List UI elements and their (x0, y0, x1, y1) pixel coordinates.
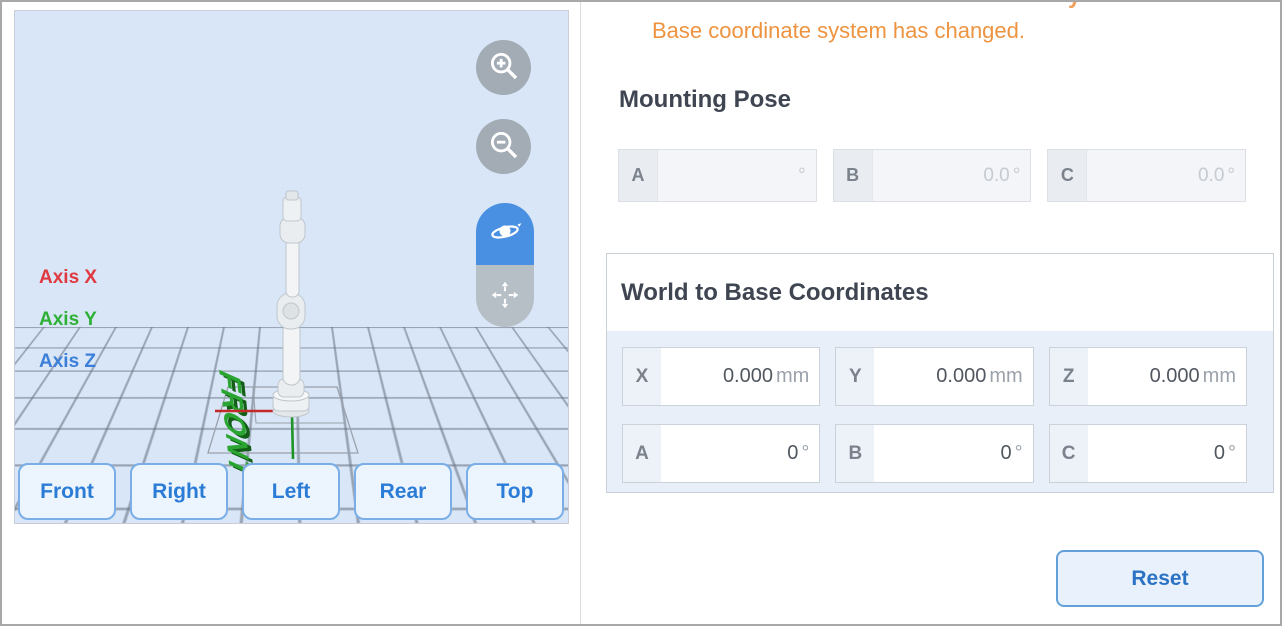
mounting-pose-fields: A ° B 0.0° C 0.0° (618, 149, 1246, 202)
view-rear-button[interactable]: Rear (354, 463, 452, 520)
coord-a-field[interactable]: A 0° (622, 424, 820, 483)
field-label-c: C (1048, 150, 1087, 201)
field-value-b: 0.0° (873, 150, 1031, 201)
field-value-y: 0.000mm (874, 348, 1032, 405)
coord-b-field[interactable]: B 0° (835, 424, 1033, 483)
pan-view-button[interactable] (476, 265, 534, 327)
field-label-x: X (623, 348, 661, 405)
view-left-button[interactable]: Left (242, 463, 340, 520)
axis-legend: Axis X Axis Y Axis Z (39, 267, 97, 393)
field-label-c2: C (1050, 425, 1088, 482)
mounting-a-field: A ° (618, 149, 817, 202)
field-label-a: A (619, 150, 658, 201)
field-label-b2: B (836, 425, 874, 482)
axis-y-label: Axis Y (39, 309, 97, 331)
mounting-pose-title: Mounting Pose (619, 86, 791, 114)
field-value-x: 0.000mm (661, 348, 819, 405)
truncated-text-fragment: y (1068, 2, 1094, 11)
field-value-c: 0.0° (1087, 150, 1245, 201)
view-mode-toggle (476, 203, 534, 327)
axis-line-y (292, 415, 293, 459)
magnifier-minus-icon (487, 128, 521, 165)
coord-y-field[interactable]: Y 0.000mm (835, 347, 1033, 406)
base-changed-warning: Base coordinate system has changed. (652, 18, 1025, 44)
pan-arrows-icon (488, 278, 522, 315)
field-value-z: 0.000mm (1088, 348, 1246, 405)
magnifier-plus-icon (487, 49, 521, 86)
view-right-button[interactable]: Right (130, 463, 228, 520)
robot-3d-viewport[interactable]: FRONT FRONT Axis X Axis Y (14, 10, 569, 524)
view-preset-buttons: Front Right Left Rear Top (18, 463, 564, 520)
view-front-button[interactable]: Front (18, 463, 116, 520)
field-value-a2: 0° (661, 425, 819, 482)
coord-z-field[interactable]: Z 0.000mm (1049, 347, 1247, 406)
view-top-button[interactable]: Top (466, 463, 564, 520)
orbit-rotate-icon (487, 215, 523, 254)
field-value-c2: 0° (1088, 425, 1246, 482)
field-label-y: Y (836, 348, 874, 405)
reset-button[interactable]: Reset (1056, 550, 1264, 607)
field-label-z: Z (1050, 348, 1088, 405)
field-label-b: B (834, 150, 873, 201)
base-coordinate-settings-page: FRONT FRONT Axis X Axis Y (0, 0, 1282, 626)
zoom-in-button[interactable] (476, 40, 531, 95)
world-to-base-fields: X 0.000mm Y 0.000mm Z 0.000mm (607, 331, 1273, 483)
coord-x-field[interactable]: X 0.000mm (622, 347, 820, 406)
coordinate-row-abc: A 0° B 0° C 0° (622, 424, 1247, 483)
mounting-b-field: B 0.0° (833, 149, 1032, 202)
panel-divider (580, 2, 581, 624)
axis-z-label: Axis Z (39, 351, 97, 373)
axis-x-label: Axis X (39, 267, 97, 289)
rotate-view-button[interactable] (476, 203, 534, 265)
mounting-c-field: C 0.0° (1047, 149, 1246, 202)
robot-arm (273, 191, 309, 417)
field-value-b2: 0° (874, 425, 1032, 482)
world-to-base-panel: World to Base Coordinates X 0.000mm Y 0.… (606, 253, 1274, 493)
coord-c-field[interactable]: C 0° (1049, 424, 1247, 483)
zoom-out-button[interactable] (476, 119, 531, 174)
coordinate-row-xyz: X 0.000mm Y 0.000mm Z 0.000mm (622, 347, 1247, 406)
world-to-base-title: World to Base Coordinates (607, 254, 1273, 331)
field-label-a2: A (623, 425, 661, 482)
field-value-a: ° (658, 150, 816, 201)
